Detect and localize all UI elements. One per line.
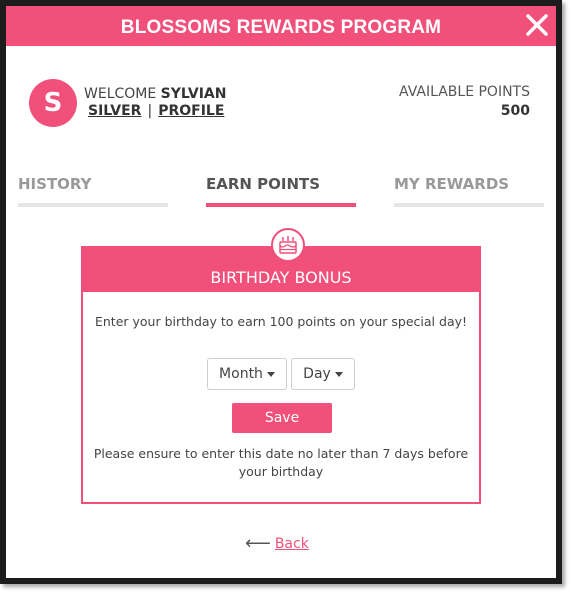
welcome-prefix: WELCOME bbox=[84, 86, 157, 102]
back-label: Back bbox=[274, 535, 309, 552]
card-title: BIRTHDAY BONUS bbox=[210, 268, 352, 287]
tier-link[interactable]: SILVER bbox=[88, 103, 141, 119]
header-bar: BLOSSOMS REWARDS PROGRAM bbox=[6, 6, 556, 46]
tab-underline bbox=[394, 203, 544, 207]
header-title: BLOSSOMS REWARDS PROGRAM bbox=[120, 17, 442, 38]
cake-badge bbox=[271, 228, 305, 262]
user-name: SYLVIAN bbox=[160, 86, 227, 102]
save-button[interactable]: Save bbox=[232, 403, 332, 433]
rewards-panel: BLOSSOMS REWARDS PROGRAM S WELCOME SYLVI… bbox=[6, 6, 556, 578]
tab-history[interactable]: HISTORY bbox=[18, 175, 168, 207]
tab-earn-points[interactable]: EARN POINTS bbox=[206, 175, 356, 207]
tier-row: SILVER | PROFILE bbox=[88, 103, 224, 119]
tab-label: EARN POINTS bbox=[206, 175, 321, 193]
close-icon bbox=[526, 14, 548, 36]
available-points-value: 500 bbox=[500, 103, 530, 119]
tab-label: MY REWARDS bbox=[394, 175, 510, 193]
chevron-down-icon bbox=[334, 371, 343, 377]
card-note: Please ensure to enter this date no late… bbox=[93, 446, 469, 479]
avatar: S bbox=[29, 79, 77, 127]
welcome-text: WELCOME SYLVIAN bbox=[84, 86, 226, 103]
month-select[interactable]: Month bbox=[207, 358, 287, 390]
avatar-letter: S bbox=[43, 88, 63, 118]
left-arrow-icon: ⟵ bbox=[245, 533, 271, 554]
tab-underline bbox=[18, 203, 168, 207]
chevron-down-icon bbox=[266, 371, 275, 377]
tab-underline bbox=[206, 203, 356, 207]
separator: | bbox=[147, 103, 153, 119]
day-select-label: Day bbox=[303, 366, 331, 382]
window-frame: BLOSSOMS REWARDS PROGRAM S WELCOME SYLVI… bbox=[0, 0, 562, 584]
tab-my-rewards[interactable]: MY REWARDS bbox=[394, 175, 544, 207]
profile-link[interactable]: PROFILE bbox=[158, 103, 224, 119]
day-select[interactable]: Day bbox=[291, 358, 355, 390]
month-select-label: Month bbox=[219, 366, 263, 382]
birthday-bonus-card: BIRTHDAY BONUS Enter your birthday to ea… bbox=[81, 246, 481, 504]
card-description: Enter your birthday to earn 100 points o… bbox=[94, 314, 468, 329]
back-link[interactable]: ⟵ Back bbox=[245, 533, 309, 554]
birthday-cake-icon bbox=[279, 236, 297, 254]
available-points-label: AVAILABLE POINTS bbox=[399, 84, 530, 100]
close-button[interactable] bbox=[523, 11, 551, 39]
tab-label: HISTORY bbox=[18, 175, 92, 193]
